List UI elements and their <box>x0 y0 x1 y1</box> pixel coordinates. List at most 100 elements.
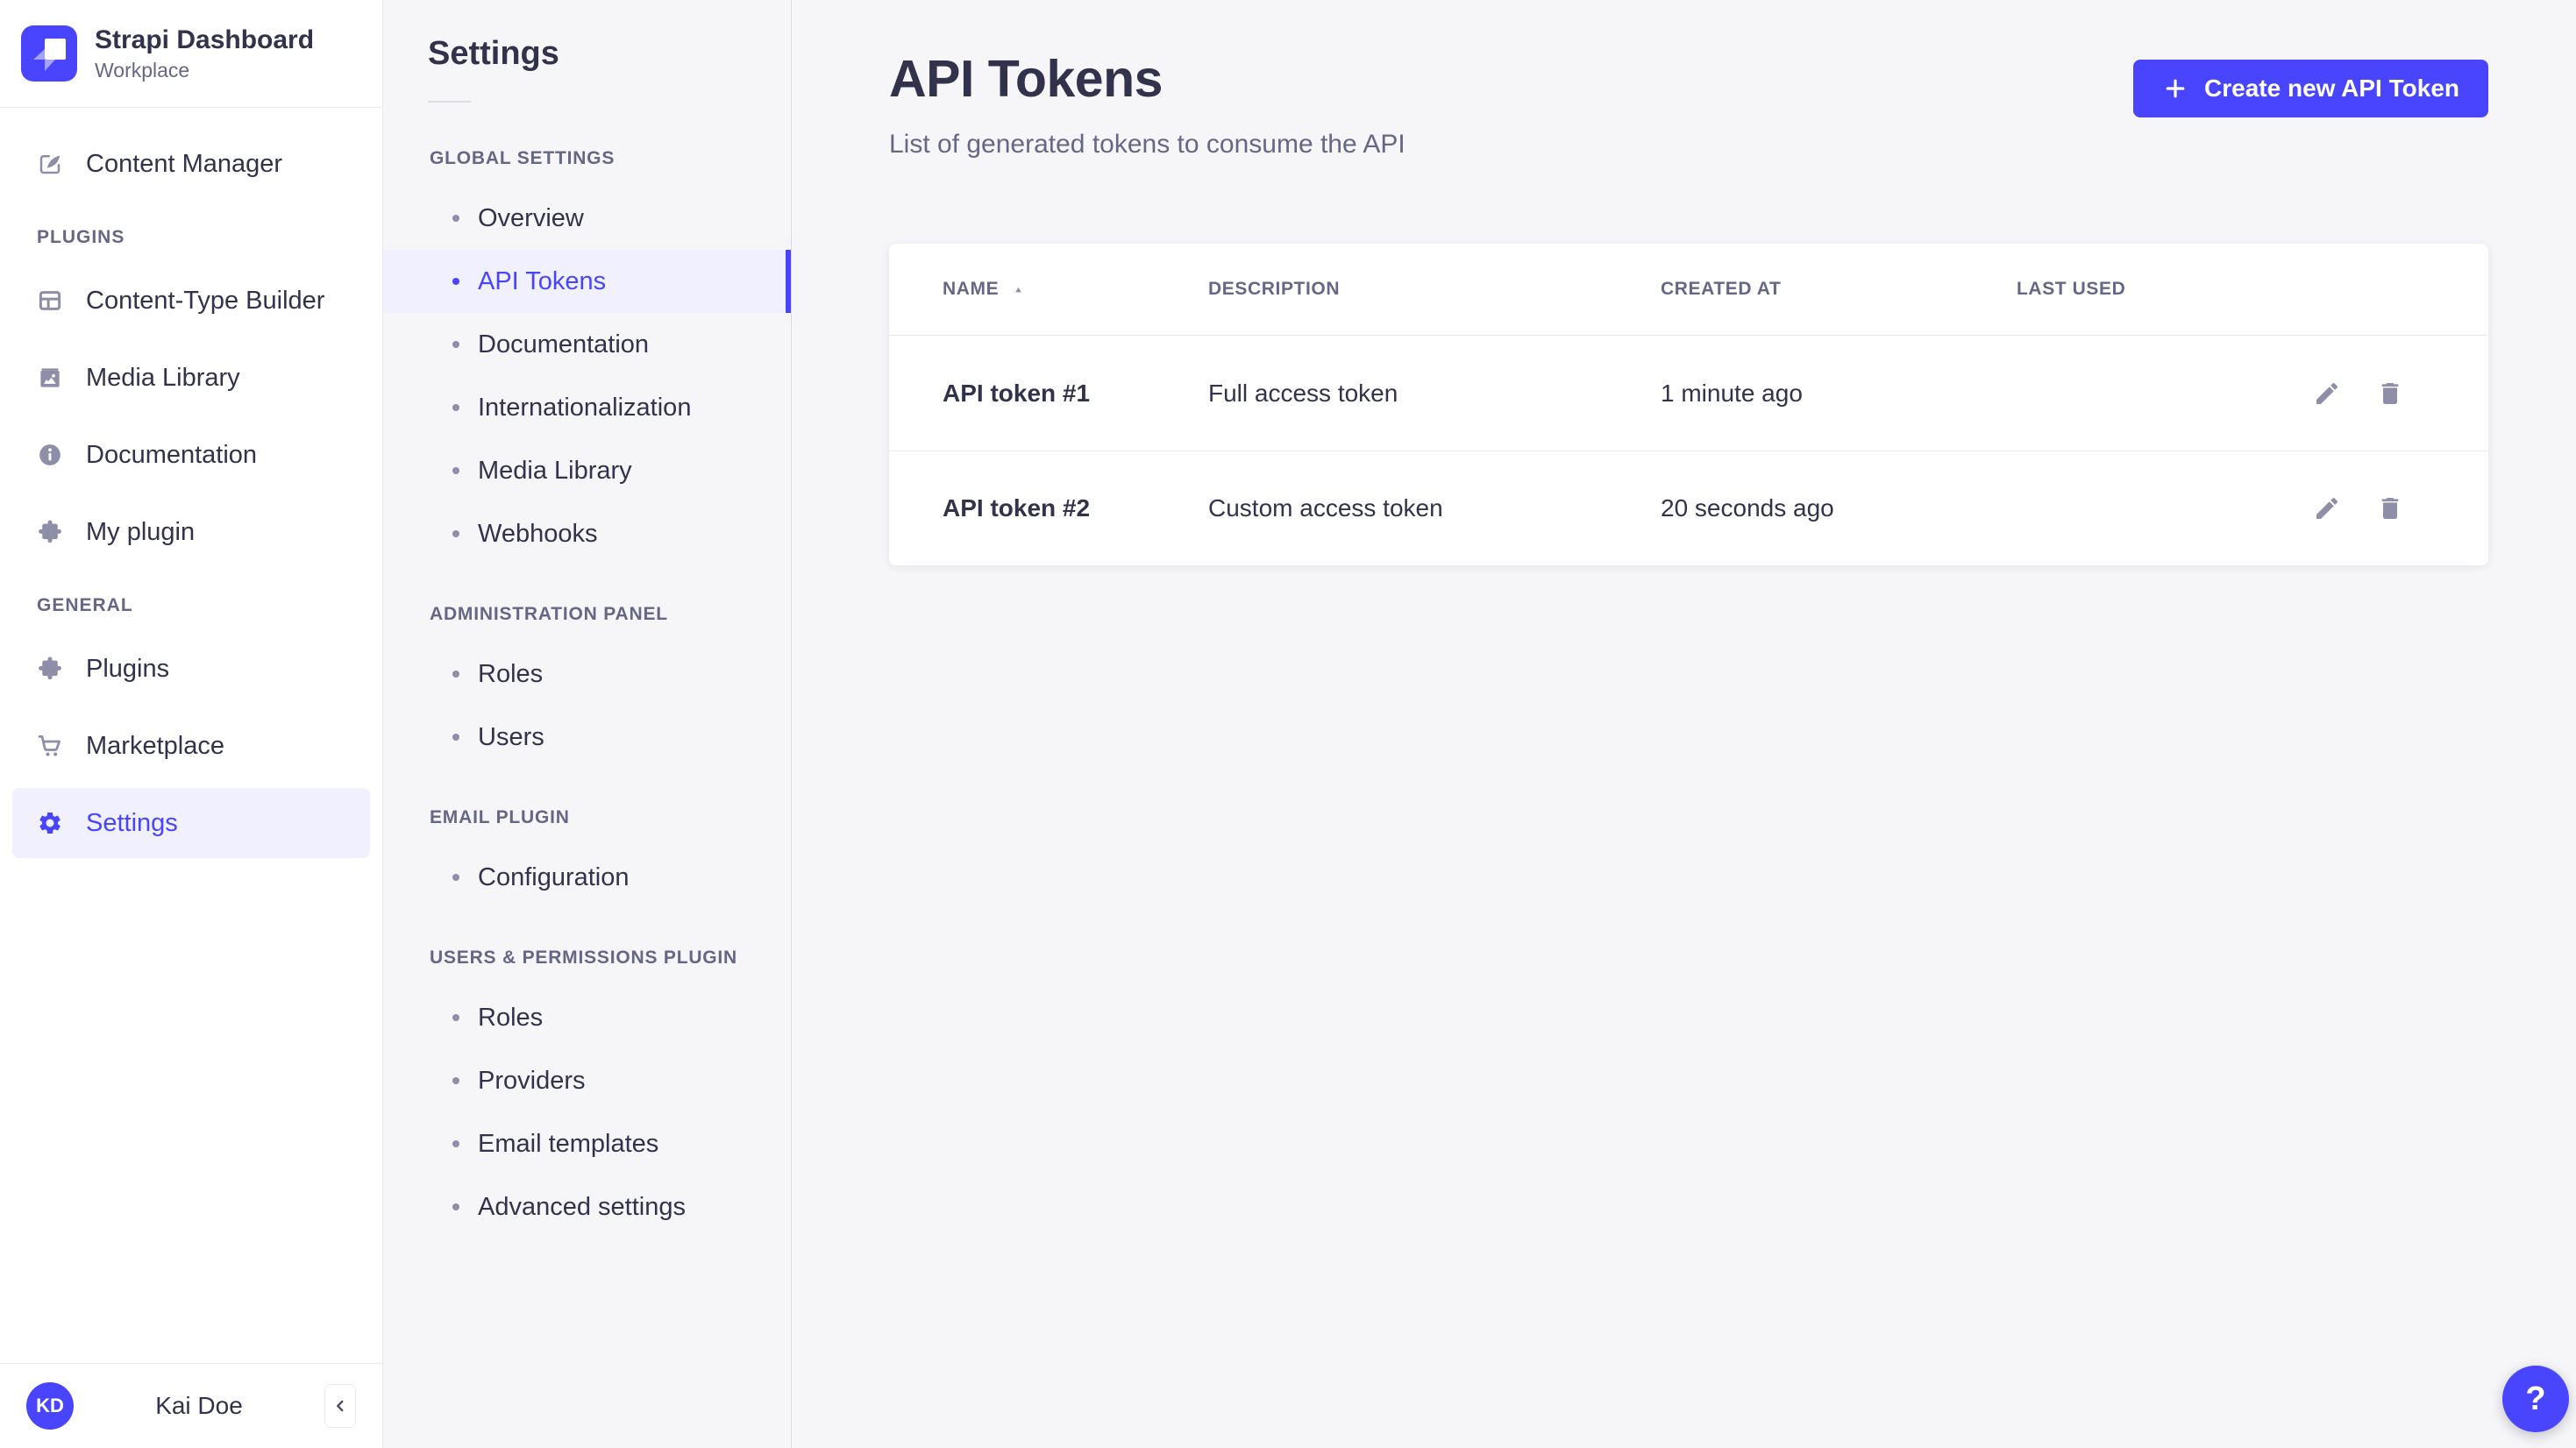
delete-token-button[interactable] <box>2372 490 2409 527</box>
pencil-icon <box>2313 380 2341 408</box>
settings-nav-item-label: Roles <box>478 660 543 689</box>
token-name: API token #2 <box>943 494 1208 522</box>
plus-icon <box>2162 75 2188 102</box>
edit-token-button[interactable] <box>2309 490 2345 527</box>
settings-nav-item-up-roles[interactable]: Roles <box>383 986 791 1049</box>
token-name: API token #1 <box>943 380 1208 408</box>
table-header-row: NAME DESCRIPTION CREATED AT LAST USED <box>889 244 2488 336</box>
settings-section-admin-panel: ADMINISTRATION PANEL Roles Users <box>383 604 791 769</box>
nav-item-plugins[interactable]: Plugins <box>12 634 370 704</box>
nav-item-label: Content Manager <box>86 150 282 179</box>
settings-nav-item-overview[interactable]: Overview <box>383 187 791 250</box>
main-nav: Content Manager PLUGINS Content-Type Bui… <box>0 108 382 1363</box>
settings-nav-item-webhooks[interactable]: Webhooks <box>383 502 791 565</box>
info-circle-icon <box>37 442 63 468</box>
settings-section-email-plugin: EMAIL PLUGIN Configuration <box>383 807 791 909</box>
column-header-name[interactable]: NAME <box>943 279 1208 300</box>
settings-nav-item-email-templates[interactable]: Email templates <box>383 1112 791 1175</box>
settings-section-header: EMAIL PLUGIN <box>430 807 791 828</box>
column-header-last-used: LAST USED <box>2017 279 2277 300</box>
page-heading-block: API Tokens List of generated tokens to c… <box>889 49 1405 160</box>
nav-item-settings[interactable]: Settings <box>12 788 370 858</box>
nav-section-plugins: PLUGINS <box>37 227 361 248</box>
delete-token-button[interactable] <box>2372 375 2409 412</box>
sidebar-footer: KD Kai Doe <box>0 1363 382 1448</box>
settings-nav-item-internationalization[interactable]: Internationalization <box>383 376 791 439</box>
settings-sidebar: Settings GLOBAL SETTINGS Overview API To… <box>383 0 792 1448</box>
nav-item-label: Content-Type Builder <box>86 287 324 316</box>
settings-nav-item-label: Overview <box>478 204 584 233</box>
token-description: Full access token <box>1208 380 1661 408</box>
layout-grid-icon <box>37 287 63 314</box>
trash-icon <box>2376 494 2404 522</box>
settings-nav-item-advanced-settings[interactable]: Advanced settings <box>383 1175 791 1239</box>
question-mark-icon: ? <box>2525 1381 2545 1418</box>
cart-icon <box>37 733 63 759</box>
settings-section-users-permissions: USERS & PERMISSIONS PLUGIN Roles Provide… <box>383 948 791 1239</box>
feather-pen-icon <box>37 151 63 177</box>
nav-item-label: My plugin <box>86 518 195 547</box>
column-header-label: NAME <box>943 279 999 300</box>
settings-nav-item-users[interactable]: Users <box>383 706 791 769</box>
collapse-sidebar-button[interactable] <box>324 1384 356 1428</box>
page-subtitle: List of generated tokens to consume the … <box>889 130 1405 160</box>
bullet-icon <box>452 874 459 881</box>
settings-nav-item-api-tokens[interactable]: API Tokens <box>383 250 791 313</box>
settings-nav-item-media-library[interactable]: Media Library <box>383 439 791 502</box>
bullet-icon <box>452 404 459 411</box>
main-sidebar: Strapi Dashboard Workplace Content Manag… <box>0 0 383 1448</box>
divider <box>428 101 471 103</box>
page-header: API Tokens List of generated tokens to c… <box>889 49 2488 160</box>
workspace-text: Strapi Dashboard Workplace <box>95 25 314 82</box>
nav-item-media-library[interactable]: Media Library <box>12 343 370 413</box>
settings-nav-item-label: Internationalization <box>478 394 691 422</box>
nav-item-label: Documentation <box>86 441 257 470</box>
table-row[interactable]: API token #2 Custom access token 20 seco… <box>889 451 2488 565</box>
nav-item-content-type-builder[interactable]: Content-Type Builder <box>12 266 370 336</box>
settings-nav-item-documentation[interactable]: Documentation <box>383 313 791 376</box>
row-actions <box>2277 490 2409 527</box>
main-content: API Tokens List of generated tokens to c… <box>792 0 2576 1448</box>
create-api-token-button[interactable]: Create new API Token <box>2133 60 2488 117</box>
token-created-at: 1 minute ago <box>1661 380 2017 408</box>
trash-icon <box>2376 380 2404 408</box>
workspace-title: Strapi Dashboard <box>95 25 314 56</box>
nav-item-content-manager[interactable]: Content Manager <box>12 129 370 199</box>
column-header-description: DESCRIPTION <box>1208 279 1661 300</box>
settings-nav-item-label: Advanced settings <box>478 1193 686 1222</box>
token-created-at: 20 seconds ago <box>1661 494 2017 522</box>
picture-icon <box>37 365 63 391</box>
workspace-switcher[interactable]: Strapi Dashboard Workplace <box>0 0 382 108</box>
nav-item-label: Marketplace <box>86 732 224 761</box>
settings-nav-item-label: Webhooks <box>478 520 598 549</box>
token-description: Custom access token <box>1208 494 1661 522</box>
puzzle-icon <box>37 519 63 545</box>
settings-nav-item-configuration[interactable]: Configuration <box>383 846 791 909</box>
nav-item-documentation[interactable]: Documentation <box>12 420 370 490</box>
nav-item-label: Media Library <box>86 364 240 393</box>
row-actions <box>2277 375 2409 412</box>
settings-nav-item-label: Roles <box>478 1004 543 1033</box>
settings-nav-item-roles[interactable]: Roles <box>383 642 791 706</box>
bullet-icon <box>452 530 459 537</box>
user-avatar[interactable]: KD <box>26 1382 74 1430</box>
table-row[interactable]: API token #1 Full access token 1 minute … <box>889 336 2488 451</box>
nav-item-label: Plugins <box>86 655 169 684</box>
column-header-created-at: CREATED AT <box>1661 279 2017 300</box>
nav-item-label: Settings <box>86 809 178 838</box>
puzzle-icon <box>37 656 63 682</box>
bullet-icon <box>452 1203 459 1210</box>
bullet-icon <box>452 215 459 222</box>
bullet-icon <box>452 467 459 474</box>
settings-nav-item-label: Users <box>478 723 544 752</box>
settings-sidebar-title: Settings <box>428 35 791 73</box>
nav-item-my-plugin[interactable]: My plugin <box>12 497 370 567</box>
nav-item-marketplace[interactable]: Marketplace <box>12 711 370 781</box>
settings-nav-item-providers[interactable]: Providers <box>383 1049 791 1112</box>
edit-token-button[interactable] <box>2309 375 2345 412</box>
help-button[interactable]: ? <box>2502 1366 2569 1432</box>
bullet-icon <box>452 278 459 285</box>
settings-section-header: USERS & PERMISSIONS PLUGIN <box>430 948 791 969</box>
strapi-dashboard-app: Strapi Dashboard Workplace Content Manag… <box>0 0 2576 1448</box>
settings-nav-item-label: Media Library <box>478 457 632 486</box>
